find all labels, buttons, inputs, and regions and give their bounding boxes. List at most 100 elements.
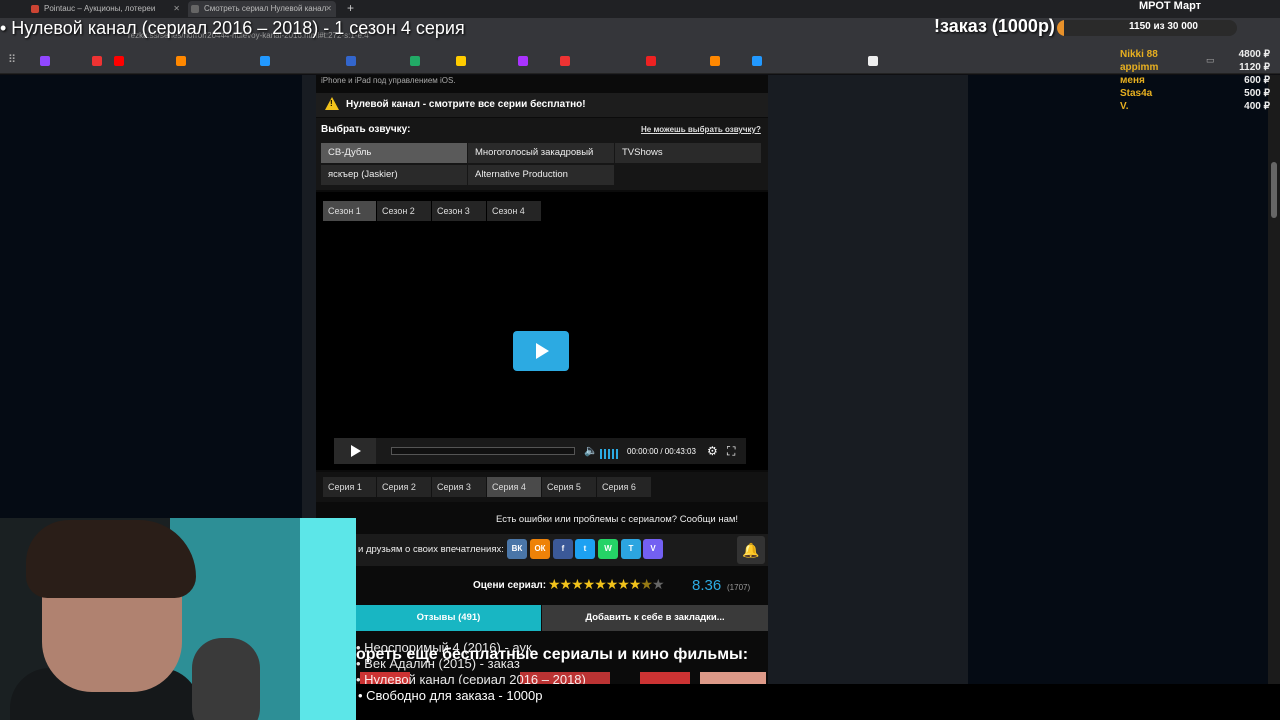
donor-row: меня 600 ₽ <box>1120 74 1270 87</box>
play-icon[interactable] <box>513 331 569 371</box>
webcam <box>0 518 356 720</box>
episode-tab[interactable]: Серия 6 <box>597 477 651 497</box>
season-tab[interactable]: Сезон 3 <box>432 201 486 221</box>
close-icon[interactable]: ✕ <box>325 1 332 17</box>
volume-icon[interactable]: 🔈 <box>584 444 598 457</box>
rating-value: 8.36 <box>692 577 722 594</box>
season-tab[interactable]: Сезон 2 <box>377 201 431 221</box>
ok-share-icon[interactable]: ОК <box>530 539 550 559</box>
donor-row: V. 400 ₽ <box>1120 100 1270 113</box>
rezka-tab-icon <box>191 5 199 13</box>
bookmark-icon[interactable] <box>456 56 466 66</box>
gear-icon[interactable]: ⚙ <box>707 444 718 458</box>
free-order-text: • Свободно для заказа - 1000р <box>358 688 543 703</box>
bookmark-icon[interactable] <box>752 56 762 66</box>
new-tab-icon[interactable]: + <box>347 1 354 15</box>
donor-row: appimm 1120 ₽ <box>1120 61 1270 74</box>
add-bookmark-button[interactable]: Добавить к себе в закладки... <box>542 605 768 631</box>
donors-list: Nikki 88 4800 ₽ appimm 1120 ₽ меня 600 ₽ Stas4… <box>1120 48 1270 113</box>
warning-icon <box>325 97 339 110</box>
donor-name: Stas4a <box>1120 88 1153 99</box>
streamer-hair <box>26 520 196 598</box>
bookmark-icon[interactable] <box>560 56 570 66</box>
reviews-button[interactable]: Отзывы (491) <box>356 605 541 631</box>
voice-option[interactable]: СВ-Дубль <box>321 143 467 163</box>
twitter-share-icon[interactable]: t <box>575 539 595 559</box>
webcam-light <box>300 518 356 720</box>
bookmark-icon[interactable] <box>518 56 528 66</box>
bookmark-icon[interactable] <box>92 56 102 66</box>
voice-help-link[interactable]: Не можешь выбрать озвучку? <box>641 125 761 134</box>
bookmark-icon[interactable] <box>176 56 186 66</box>
episode-tab[interactable]: Серия 1 <box>323 477 376 497</box>
voice-option[interactable]: TVShows <box>615 143 761 163</box>
order-item: • Век Адалин (2015) - заказ <box>356 656 520 671</box>
episode-tab[interactable]: Серия 3 <box>432 477 486 497</box>
viber-share-icon[interactable]: V <box>643 539 663 559</box>
bookmark-icon[interactable] <box>40 56 50 66</box>
donor-name: Nikki 88 <box>1120 49 1158 60</box>
right-gutter <box>768 75 968 720</box>
scrollbar-thumb[interactable] <box>1271 162 1277 218</box>
bookmark-icon[interactable] <box>260 56 270 66</box>
episode-tab[interactable]: Серия 4 <box>487 477 541 497</box>
bookmark-icon[interactable] <box>114 56 124 66</box>
thumbnail[interactable] <box>640 672 690 684</box>
notice-banner: Нулевой канал - смотрите все серии беспл… <box>316 93 768 117</box>
thumbnail[interactable] <box>700 672 766 684</box>
notice-text: Нулевой канал - смотрите все серии беспл… <box>346 99 586 110</box>
donor-name: меня <box>1120 75 1145 86</box>
close-icon[interactable]: ✕ <box>173 1 180 17</box>
progress-bar[interactable] <box>391 447 575 455</box>
bookmark-icon[interactable] <box>710 56 720 66</box>
voice-option[interactable]: яскъер (Jaskier) <box>321 165 467 185</box>
rating-stars[interactable]: ★★★★★★★★★★ <box>548 576 664 593</box>
tab-pointauc[interactable]: Pointauc – Аукционы, лотереи ✕ <box>28 1 184 17</box>
whatsapp-share-icon[interactable]: W <box>598 539 618 559</box>
tab-bar: Pointauc – Аукционы, лотереи ✕ Смотреть … <box>0 0 1280 18</box>
season-tab[interactable]: Сезон 1 <box>323 201 376 221</box>
report-link[interactable]: Есть ошибки или проблемы с сериалом? Соо… <box>496 514 738 525</box>
apps-icon[interactable]: ⠿ <box>8 53 16 66</box>
bookmark-icon[interactable] <box>646 56 656 66</box>
season-tab[interactable]: Сезон 4 <box>487 201 541 221</box>
voice-option[interactable]: Многоголосый закадровый <box>468 143 614 163</box>
donor-amount: 400 ₽ <box>1244 101 1270 112</box>
order-title: !заказ (1000р) <box>934 16 1055 36</box>
bell-icon[interactable]: 🔔 <box>737 536 765 564</box>
vk-share-icon[interactable]: ВК <box>507 539 527 559</box>
donor-row: Nikki 88 4800 ₽ <box>1120 48 1270 61</box>
order-progress-fill <box>1057 20 1064 36</box>
donor-amount: 600 ₽ <box>1244 75 1270 86</box>
episode-tab[interactable]: Серия 5 <box>542 477 596 497</box>
mrot-label: МРОТ Март <box>1139 0 1202 12</box>
bookmark-icon[interactable] <box>410 56 420 66</box>
bookmark-icon[interactable] <box>868 56 878 66</box>
donor-amount: 1120 ₽ <box>1239 62 1270 73</box>
microphone <box>192 638 260 720</box>
stream-title: • Нулевой канал (сериал 2016 – 2018) - 1… <box>0 18 465 38</box>
right-sidebar <box>968 75 1268 720</box>
orders-list: • Неоспоримый 4 (2016) - аук • Век Адали… <box>356 640 586 688</box>
facebook-share-icon[interactable]: f <box>553 539 573 559</box>
volume-slider[interactable] <box>600 446 620 459</box>
bookmarks-bar: ⠿ ▭ <box>0 48 1280 74</box>
fullscreen-icon[interactable]: ⛶ <box>727 444 735 459</box>
voice-title: Выбрать озвучку: <box>321 124 411 135</box>
order-item: • Неоспоримый 4 (2016) - аук <box>356 640 532 655</box>
tab-label: Смотреть сериал Нулевой канал <box>204 4 327 13</box>
donor-name: appimm <box>1120 62 1159 73</box>
tab-rezka[interactable]: Смотреть сериал Нулевой канал ✕ <box>188 1 336 17</box>
donor-name: V. <box>1120 101 1129 112</box>
episode-tab[interactable]: Серия 2 <box>377 477 431 497</box>
play-icon[interactable] <box>334 438 376 464</box>
ios-note: iPhone и iPad под управлением iOS. <box>321 76 456 85</box>
donor-amount: 4800 ₽ <box>1238 49 1270 60</box>
bookmark-icon[interactable] <box>346 56 356 66</box>
donor-amount: 500 ₽ <box>1244 88 1270 99</box>
voice-option[interactable]: Alternative Production <box>468 165 614 185</box>
telegram-share-icon[interactable]: T <box>621 539 641 559</box>
donor-row: Stas4a 500 ₽ <box>1120 87 1270 100</box>
order-progress-text: 1150 из 30 000 <box>1129 21 1198 32</box>
share-text: и друзьям о своих впечатлениях: <box>358 544 504 555</box>
